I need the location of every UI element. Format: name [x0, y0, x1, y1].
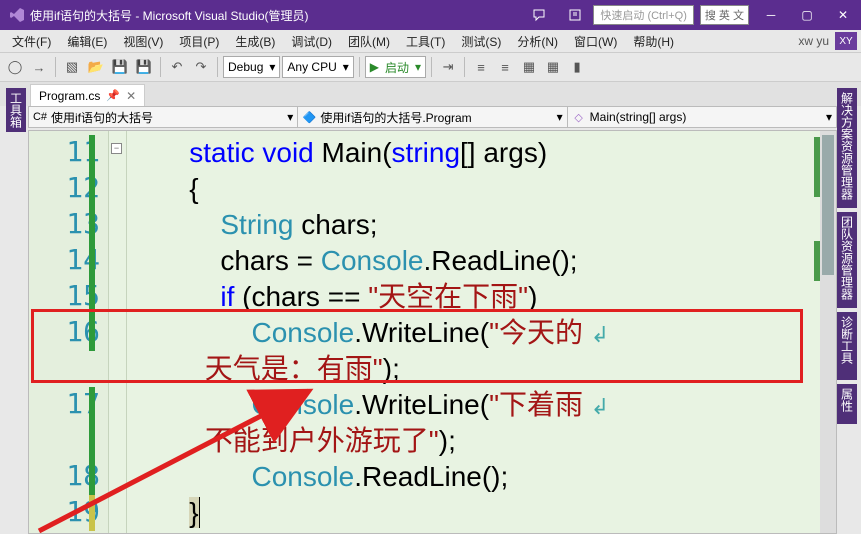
user-avatar[interactable]: XY — [835, 32, 857, 50]
nav-member-text: Main(string[] args) — [590, 110, 687, 124]
uncomment-icon[interactable]: ▦ — [542, 56, 564, 78]
txt: .ReadLine(); — [354, 461, 508, 492]
save-all-icon[interactable]: 💾 — [133, 56, 155, 78]
type: Console — [251, 461, 354, 492]
step-icon[interactable]: ⇥ — [437, 56, 459, 78]
menu-edit[interactable]: 编辑(E) — [59, 33, 115, 50]
nav-scope-text: 使用if语句的大括号 — [51, 109, 153, 126]
txt: (chars == — [234, 281, 368, 312]
open-icon[interactable]: 📂 — [85, 56, 107, 78]
menu-project[interactable]: 项目(P) — [171, 33, 227, 50]
code-editor[interactable]: 11 12 13 14 15 16 17 18 19 − static void… — [28, 130, 837, 534]
side-team-explorer[interactable]: 团队资源管理器 — [837, 212, 857, 308]
type: Console — [321, 245, 424, 276]
method-icon: ◇ — [572, 110, 586, 124]
nav-scope[interactable]: C#使用if语句的大括号▾ — [29, 107, 298, 127]
vs-logo-icon — [8, 6, 26, 24]
close-button[interactable]: ✕ — [825, 0, 861, 30]
menu-tools[interactable]: 工具(T) — [398, 33, 453, 50]
txt: .WriteLine( — [354, 389, 489, 420]
menu-help[interactable]: 帮助(H) — [625, 33, 682, 50]
menu-debug[interactable]: 调试(D) — [283, 33, 340, 50]
menu-file[interactable]: 文件(F) — [4, 33, 59, 50]
str: "天空在下雨" — [368, 281, 528, 312]
start-label: 启动 — [385, 59, 409, 76]
txt: [] args) — [460, 137, 547, 168]
id: Main( — [314, 137, 392, 168]
txt: chars; — [294, 209, 378, 240]
side-solution-explorer[interactable]: 解决方案资源管理器 — [837, 88, 857, 208]
tool-bar: ◯ → ▧ 📂 💾 💾 ↶ ↷ Debug▾ Any CPU▾ ▶ 启动 ▾ ⇥… — [0, 52, 861, 82]
csharp-icon: C# — [33, 110, 47, 124]
minimize-button[interactable]: ─ — [753, 0, 789, 30]
tab-close-icon[interactable]: ✕ — [126, 89, 136, 103]
title-bar: 使用if语句的大括号 - Microsoft Visual Studio(管理员… — [0, 0, 861, 30]
menu-window[interactable]: 窗口(W) — [566, 33, 625, 50]
overview-mark — [814, 241, 820, 281]
bookmark-icon[interactable]: ▮ — [566, 56, 588, 78]
kw: string — [392, 137, 460, 168]
redo-icon[interactable]: ↷ — [190, 56, 212, 78]
undo-icon[interactable]: ↶ — [166, 56, 188, 78]
txt: chars = — [220, 245, 320, 276]
class-icon: 🔷 — [302, 110, 316, 124]
menu-view[interactable]: 视图(V) — [115, 33, 171, 50]
config-value: Debug — [228, 60, 263, 74]
txt: .ReadLine(); — [423, 245, 577, 276]
menu-analyze[interactable]: 分析(N) — [509, 33, 566, 50]
str: 不能到户外游玩了" — [205, 425, 439, 456]
user-name[interactable]: xw yu — [798, 34, 829, 48]
nav-fwd-icon[interactable]: → — [28, 56, 50, 78]
navigation-bar: C#使用if语句的大括号▾ 🔷使用if语句的大括号.Program▾ ◇Main… — [28, 106, 837, 128]
new-project-icon[interactable]: ▧ — [61, 56, 83, 78]
kw: static — [189, 137, 254, 168]
vertical-scrollbar[interactable] — [820, 131, 836, 533]
tab-program-cs[interactable]: Program.cs 📌 ✕ — [30, 84, 145, 106]
scroll-thumb[interactable] — [822, 135, 834, 275]
overview-mark — [814, 137, 820, 197]
txt: ); — [439, 425, 456, 456]
side-diagnostics[interactable]: 诊断工具 — [837, 312, 857, 380]
pin-icon[interactable]: 📌 — [106, 89, 120, 102]
menu-team[interactable]: 团队(M) — [340, 33, 398, 50]
wrap-icon: ↲ — [591, 394, 609, 419]
document-tabs: Program.cs 📌 ✕ — [0, 82, 861, 106]
start-button[interactable]: ▶ 启动 ▾ — [365, 56, 426, 78]
nav-member[interactable]: ◇Main(string[] args)▾ — [568, 107, 836, 127]
kw: void — [262, 137, 313, 168]
comment-icon[interactable]: ▦ — [518, 56, 540, 78]
maximize-button[interactable]: ▢ — [789, 0, 825, 30]
ime-indicator[interactable]: 搜 英 文 — [700, 5, 749, 25]
txt: ) — [528, 281, 537, 312]
type: String — [220, 209, 293, 240]
nav-class-text: 使用if语句的大括号.Program — [320, 109, 471, 126]
menu-test[interactable]: 测试(S) — [453, 33, 509, 50]
notify-icon[interactable] — [557, 0, 593, 30]
side-toolbox[interactable]: 工具箱 — [6, 88, 26, 132]
outdent-icon[interactable]: ≡ — [494, 56, 516, 78]
type: Console — [251, 389, 354, 420]
brace: { — [189, 173, 198, 204]
indent-icon[interactable]: ≡ — [470, 56, 492, 78]
platform-value: Any CPU — [287, 60, 336, 74]
quick-launch-input[interactable]: 快速启动 (Ctrl+Q) — [593, 5, 693, 25]
str: "下着雨 — [489, 389, 583, 420]
save-icon[interactable]: 💾 — [109, 56, 131, 78]
fold-toggle-icon[interactable]: − — [111, 143, 122, 154]
side-properties[interactable]: 属性 — [837, 384, 857, 424]
kw: if — [220, 281, 234, 312]
annotation-box — [31, 309, 803, 383]
menu-bar: 文件(F) 编辑(E) 视图(V) 项目(P) 生成(B) 调试(D) 团队(M… — [0, 30, 861, 52]
window-title: 使用if语句的大括号 - Microsoft Visual Studio(管理员… — [30, 7, 309, 24]
menu-build[interactable]: 生成(B) — [227, 33, 283, 50]
tab-label: Program.cs — [39, 89, 100, 103]
quick-launch-placeholder: 快速启动 (Ctrl+Q) — [600, 7, 686, 23]
nav-class[interactable]: 🔷使用if语句的大括号.Program▾ — [298, 107, 567, 127]
brace: } — [189, 497, 198, 528]
feedback-icon[interactable] — [521, 0, 557, 30]
config-combo[interactable]: Debug▾ — [223, 56, 280, 78]
nav-back-icon[interactable]: ◯ — [4, 56, 26, 78]
platform-combo[interactable]: Any CPU▾ — [282, 56, 353, 78]
